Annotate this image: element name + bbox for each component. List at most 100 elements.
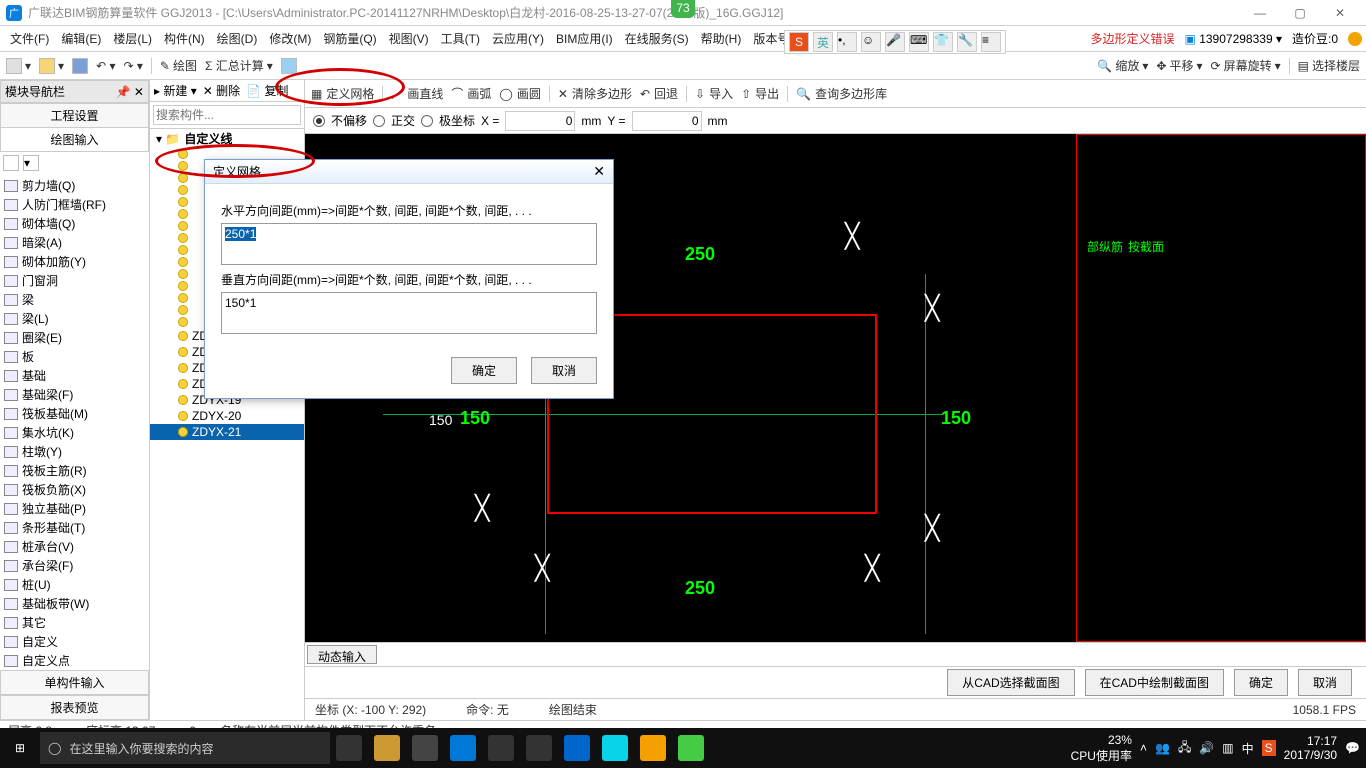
taskbar-edge[interactable] bbox=[450, 735, 476, 761]
dialog-close-button[interactable]: ✕ bbox=[593, 163, 605, 180]
tree-node[interactable]: 筏板负筋(X) bbox=[4, 480, 145, 499]
maximize-button[interactable]: ▢ bbox=[1280, 0, 1320, 26]
tray-net-icon[interactable]: 🖧 bbox=[1178, 738, 1191, 759]
tree-node[interactable]: 板 bbox=[4, 347, 145, 366]
delete-component-button[interactable]: ✕ 删除 bbox=[203, 82, 240, 99]
tray-up-icon[interactable]: ˄ bbox=[1140, 741, 1147, 755]
taskbar-search[interactable]: ◯ 在这里输入你要搜索的内容 bbox=[40, 732, 330, 764]
menu-component[interactable]: 构件(N) bbox=[158, 30, 211, 47]
undo-button[interactable]: ↶ ▾ bbox=[96, 59, 115, 73]
undo-polygon-button[interactable]: ↶回退 bbox=[640, 85, 678, 102]
tray-vol-icon[interactable]: 🔊 bbox=[1199, 741, 1214, 755]
task-view-button[interactable] bbox=[336, 735, 362, 761]
taskbar-app-6[interactable] bbox=[640, 735, 666, 761]
zoom-button[interactable]: 🔍 缩放 ▾ bbox=[1097, 57, 1148, 74]
tree-node[interactable]: 人防门框墙(RF) bbox=[4, 195, 145, 214]
tree-node[interactable]: 基础梁(F) bbox=[4, 385, 145, 404]
in-cad-button[interactable]: 在CAD中绘制截面图 bbox=[1085, 669, 1224, 696]
open-button[interactable]: ▾ bbox=[39, 58, 64, 74]
taskbar-app-7[interactable] bbox=[678, 735, 704, 761]
draw-circle-button[interactable]: ◯画圆 bbox=[499, 85, 540, 102]
clear-polygon-button[interactable]: ✕清除多边形 bbox=[558, 85, 632, 102]
section-ok-button[interactable]: 确定 bbox=[1234, 669, 1288, 696]
tray-clock[interactable]: 17:172017/9/30 bbox=[1284, 734, 1337, 763]
rotate-button[interactable]: ⟳ 屏幕旋转 ▾ bbox=[1211, 57, 1281, 74]
ime-sogou-icon[interactable]: S bbox=[789, 32, 809, 52]
tree-node[interactable]: 暗梁(A) bbox=[4, 233, 145, 252]
taskbar-app-2[interactable] bbox=[412, 735, 438, 761]
draw-line-button[interactable]: ／画直线 bbox=[391, 85, 443, 102]
sum-button[interactable]: Σ 汇总计算 ▾ bbox=[205, 57, 273, 74]
menu-cloud[interactable]: 云应用(Y) bbox=[486, 30, 550, 47]
taskbar-app-4[interactable] bbox=[564, 735, 590, 761]
draw-button[interactable]: ✎ 绘图 bbox=[160, 57, 197, 74]
tree-node[interactable]: 剪力墙(Q) bbox=[4, 176, 145, 195]
tree-node[interactable]: 承台梁(F) bbox=[4, 556, 145, 575]
tree-node[interactable]: 独立基础(P) bbox=[4, 499, 145, 518]
menu-floor[interactable]: 楼层(L) bbox=[107, 30, 158, 47]
taskbar-app-1[interactable] bbox=[374, 735, 400, 761]
tree-node[interactable]: 其它 bbox=[4, 613, 145, 632]
taskbar-app-3[interactable] bbox=[526, 735, 552, 761]
ime-lang-icon[interactable]: 英 bbox=[813, 32, 833, 52]
tree-node[interactable]: 桩(U) bbox=[4, 575, 145, 594]
warn-text[interactable]: 多边形定义错误 bbox=[1091, 30, 1175, 47]
search-input[interactable] bbox=[153, 105, 301, 125]
cloud-button[interactable] bbox=[281, 58, 297, 74]
menu-help[interactable]: 帮助(H) bbox=[695, 30, 748, 47]
from-cad-button[interactable]: 从CAD选择截面图 bbox=[947, 669, 1074, 696]
tree-node[interactable]: 梁(L) bbox=[4, 309, 145, 328]
v-spacing-input[interactable] bbox=[221, 292, 597, 334]
taskbar-store[interactable] bbox=[488, 735, 514, 761]
ime-punct-icon[interactable]: •, bbox=[837, 32, 857, 52]
tree-node[interactable]: 柱墩(Y) bbox=[4, 442, 145, 461]
x-input[interactable] bbox=[505, 111, 575, 131]
dialog-cancel-button[interactable]: 取消 bbox=[531, 357, 597, 384]
tree-node[interactable]: 砌体墙(Q) bbox=[4, 214, 145, 233]
import-button[interactable]: ⇩导入 bbox=[695, 85, 733, 102]
export-button[interactable]: ⇧导出 bbox=[741, 85, 779, 102]
ime-menu-icon[interactable]: ≡ bbox=[981, 32, 1001, 52]
tab-project-setting[interactable]: 工程设置 bbox=[0, 103, 149, 128]
radio-no-offset[interactable] bbox=[313, 115, 325, 127]
tree-node[interactable]: 圈梁(E) bbox=[4, 328, 145, 347]
pan-button[interactable]: ✥ 平移 ▾ bbox=[1156, 57, 1202, 74]
tree-node[interactable]: 梁 bbox=[4, 290, 145, 309]
menu-edit[interactable]: 编辑(E) bbox=[55, 30, 107, 47]
section-cancel-button[interactable]: 取消 bbox=[1298, 669, 1352, 696]
menu-draw[interactable]: 绘图(D) bbox=[211, 30, 264, 47]
tab-report[interactable]: 报表预览 bbox=[0, 695, 149, 720]
ime-bar[interactable]: S 英 •, ☺ 🎤 ⌨ 👕 🔧 ≡ bbox=[784, 30, 1006, 54]
nav-tool-1[interactable] bbox=[3, 155, 19, 171]
minimize-button[interactable]: — bbox=[1240, 0, 1280, 26]
tree-node[interactable]: 自定义 bbox=[4, 632, 145, 651]
y-input[interactable] bbox=[632, 111, 702, 131]
tree-node[interactable]: 筏板主筋(R) bbox=[4, 461, 145, 480]
tray-cpu[interactable]: 23%CPU使用率 bbox=[1071, 733, 1132, 764]
pin-icon[interactable]: 📌 ✕ bbox=[116, 85, 144, 99]
dialog-ok-button[interactable]: 确定 bbox=[451, 357, 517, 384]
tray-ime-icon[interactable]: 中 bbox=[1242, 740, 1254, 757]
tray-people-icon[interactable]: 👥 bbox=[1155, 741, 1170, 755]
tree-node[interactable]: 基础 bbox=[4, 366, 145, 385]
ime-skin-icon[interactable]: 👕 bbox=[933, 32, 953, 52]
tree-node[interactable]: 筏板基础(M) bbox=[4, 404, 145, 423]
copy-component-button[interactable]: 📄 复制 bbox=[246, 82, 288, 99]
tree-node[interactable]: 基础板带(W) bbox=[4, 594, 145, 613]
save-button[interactable] bbox=[72, 58, 88, 74]
radio-polar[interactable] bbox=[421, 115, 433, 127]
nav-tool-2[interactable]: ▾ bbox=[23, 155, 39, 171]
component-tree[interactable]: 剪力墙(Q)人防门框墙(RF)砌体墙(Q)暗梁(A)砌体加筋(Y)门窗洞梁梁(L… bbox=[0, 174, 149, 670]
new-component-button[interactable]: ▸ 新建 ▾ bbox=[154, 82, 197, 99]
tab-single-input[interactable]: 单构件输入 bbox=[0, 670, 149, 695]
list-root[interactable]: ▾ 📁 自定义线 bbox=[150, 129, 304, 148]
new-file-button[interactable]: ▾ bbox=[6, 58, 31, 74]
tree-node[interactable]: 集水坑(K) bbox=[4, 423, 145, 442]
list-item[interactable]: ZDYX-21 bbox=[150, 424, 304, 440]
menu-rebar[interactable]: 钢筋量(Q) bbox=[317, 30, 382, 47]
define-grid-button[interactable]: ▦ 定义网格 bbox=[311, 85, 374, 102]
tree-node[interactable]: 条形基础(T) bbox=[4, 518, 145, 537]
close-button[interactable]: ✕ bbox=[1320, 0, 1360, 26]
select-floor-button[interactable]: ▤ 选择楼层 bbox=[1298, 57, 1360, 74]
ime-emoji-icon[interactable]: ☺ bbox=[861, 32, 881, 52]
